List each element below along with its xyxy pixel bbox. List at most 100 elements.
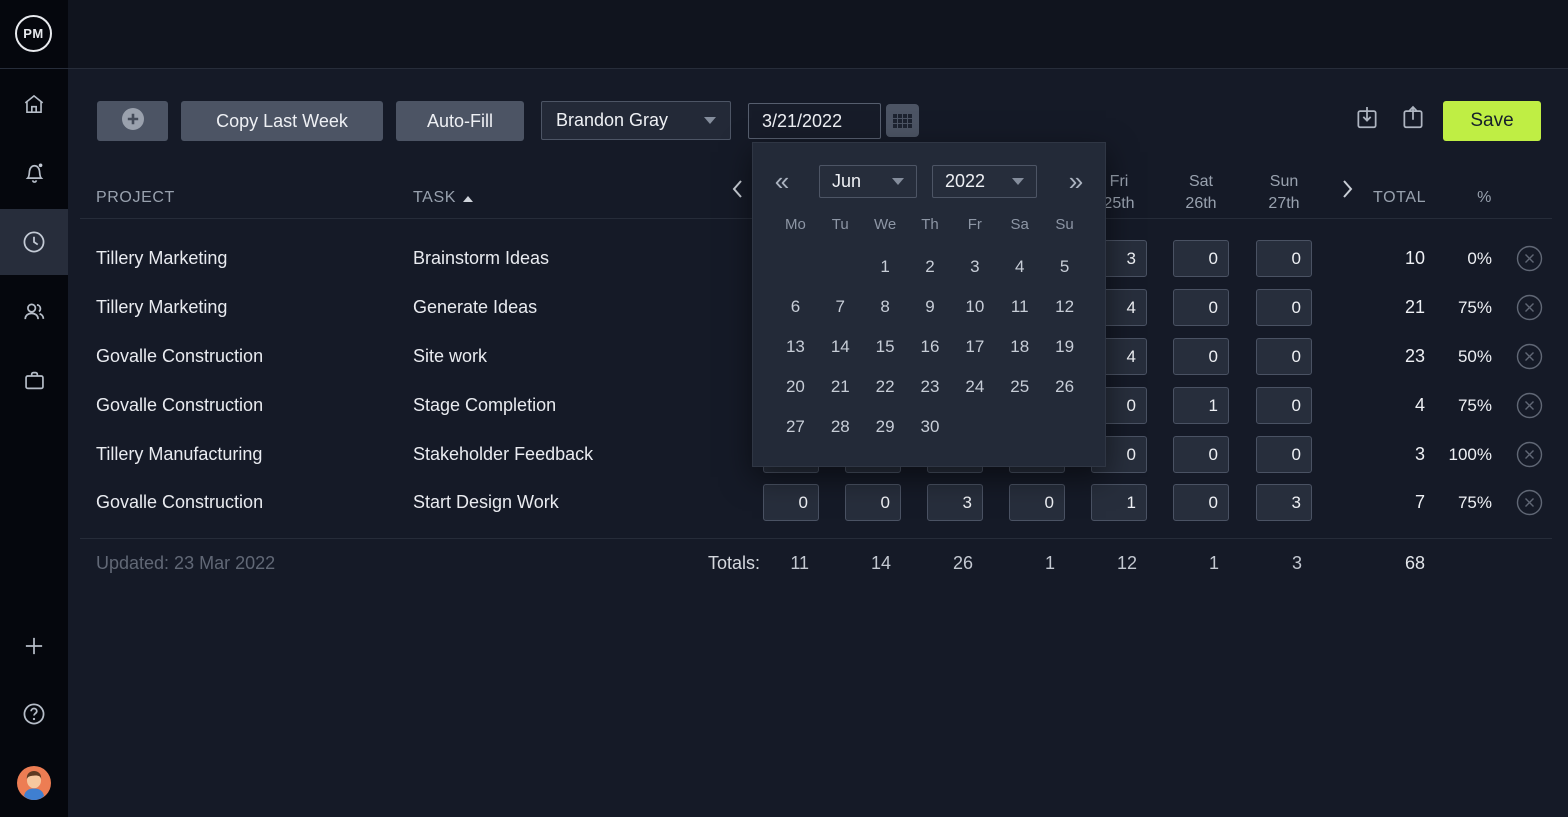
row-percent: 75%	[1402, 283, 1492, 332]
calendar-day[interactable]: 25	[997, 367, 1042, 407]
hours-cell[interactable]: 0	[1173, 484, 1229, 521]
calendar-day[interactable]: 12	[1042, 287, 1087, 327]
calendar-day[interactable]: 14	[818, 327, 863, 367]
day-total: 26	[927, 548, 973, 578]
calendar-day[interactable]: 21	[818, 367, 863, 407]
member-dropdown[interactable]: Brandon Gray	[541, 101, 731, 140]
save-button[interactable]: Save	[1443, 101, 1541, 141]
calendar-day[interactable]: 30	[908, 407, 953, 447]
delete-row-button[interactable]	[1516, 245, 1543, 272]
calendar-day[interactable]: 11	[997, 287, 1042, 327]
scroll-days-right-button[interactable]	[1340, 178, 1354, 204]
hours-cell[interactable]: 1	[1091, 484, 1147, 521]
sort-asc-icon	[463, 196, 473, 202]
scroll-days-left-button[interactable]	[730, 178, 744, 204]
hours-cell[interactable]: 1	[1173, 387, 1229, 424]
calendar-day[interactable]: 27	[773, 407, 818, 447]
calendar-day[interactable]: 23	[908, 367, 953, 407]
hours-cell[interactable]: 0	[763, 484, 819, 521]
calendar-day[interactable]: 19	[1042, 327, 1087, 367]
month-dropdown[interactable]: Jun	[819, 165, 917, 198]
date-input[interactable]: 3/21/2022	[748, 103, 881, 139]
totals-label: Totals:	[600, 548, 760, 578]
day-total: 14	[845, 548, 891, 578]
calendar-day[interactable]: 5	[1042, 247, 1087, 287]
weekday-label: Su	[1042, 211, 1087, 237]
calendar-day[interactable]: 15	[863, 327, 908, 367]
prev-month-button[interactable]: «	[769, 165, 795, 197]
bell-icon	[21, 159, 48, 186]
sidebar-item-home[interactable]	[0, 72, 68, 136]
column-header-percent: %	[1432, 189, 1492, 207]
calendar-day[interactable]: 10	[952, 287, 997, 327]
day-header-sun: Sun27th	[1256, 171, 1312, 215]
calendar-day[interactable]: 16	[908, 327, 953, 367]
delete-row-button[interactable]	[1516, 343, 1543, 370]
double-chevron-right-icon: »	[1069, 168, 1083, 194]
hours-cell[interactable]: 3	[927, 484, 983, 521]
calendar-day[interactable]: 7	[818, 287, 863, 327]
hours-cell[interactable]: 0	[845, 484, 901, 521]
calendar-day[interactable]: 3	[952, 247, 997, 287]
add-row-button[interactable]	[97, 101, 168, 141]
export-button[interactable]	[1398, 103, 1428, 137]
row-percent: 50%	[1402, 332, 1492, 381]
sidebar-item-timesheets[interactable]	[0, 209, 68, 275]
calendar-toggle-button[interactable]	[886, 104, 919, 137]
hours-cell[interactable]: 0	[1173, 436, 1229, 473]
timesheet-app: PM Copy Last Week Auto-Fill Bra	[0, 0, 1568, 817]
project-cell: Tillery Marketing	[96, 234, 227, 283]
sidebar-item-help[interactable]	[0, 682, 68, 746]
calendar-day[interactable]: 26	[1042, 367, 1087, 407]
calendar-day[interactable]: 20	[773, 367, 818, 407]
day-header-sat: Sat26th	[1173, 171, 1229, 215]
calendar-day[interactable]: 6	[773, 287, 818, 327]
calendar-day[interactable]: 13	[773, 327, 818, 367]
calendar-day[interactable]: 29	[863, 407, 908, 447]
chevron-right-icon	[1342, 179, 1353, 204]
task-cell: Generate Ideas	[413, 283, 537, 332]
pm-logo: PM	[15, 15, 52, 52]
calendar-day[interactable]: 4	[997, 247, 1042, 287]
year-dropdown[interactable]: 2022	[932, 165, 1037, 198]
chevron-down-icon	[1012, 178, 1024, 185]
calendar-day[interactable]: 2	[908, 247, 953, 287]
calendar-day[interactable]: 8	[863, 287, 908, 327]
delete-row-button[interactable]	[1516, 441, 1543, 468]
day-total: 11	[763, 548, 809, 578]
hours-cell[interactable]: 0	[1173, 338, 1229, 375]
hours-cell[interactable]: 0	[1173, 289, 1229, 326]
calendar-day	[952, 407, 997, 447]
home-icon	[21, 91, 47, 117]
calendar-day[interactable]: 24	[952, 367, 997, 407]
delete-row-button[interactable]	[1516, 489, 1543, 516]
calendar-day[interactable]: 17	[952, 327, 997, 367]
sidebar-item-alerts[interactable]	[0, 140, 68, 204]
year-dropdown-value: 2022	[945, 171, 985, 192]
auto-fill-button[interactable]: Auto-Fill	[396, 101, 524, 141]
sidebar-item-profile[interactable]	[0, 751, 68, 815]
sidebar-item-add[interactable]	[0, 614, 68, 678]
hours-cell[interactable]: 0	[1173, 240, 1229, 277]
column-header-project[interactable]: PROJECT	[96, 189, 175, 207]
delete-row-button[interactable]	[1516, 392, 1543, 419]
plus-circle-icon	[120, 106, 146, 137]
project-cell: Govalle Construction	[96, 332, 263, 381]
calendar-day[interactable]: 18	[997, 327, 1042, 367]
sidebar-item-team[interactable]	[0, 279, 68, 343]
copy-last-week-button[interactable]: Copy Last Week	[181, 101, 383, 141]
grand-total: 68	[1300, 548, 1425, 578]
calendar-day	[1042, 407, 1087, 447]
calendar-day[interactable]: 28	[818, 407, 863, 447]
next-month-button[interactable]: »	[1063, 165, 1089, 197]
delete-row-button[interactable]	[1516, 294, 1543, 321]
calendar-day[interactable]: 22	[863, 367, 908, 407]
column-header-task[interactable]: TASK	[413, 189, 473, 207]
calendar-day[interactable]: 9	[908, 287, 953, 327]
import-button[interactable]	[1352, 103, 1382, 137]
hours-cell[interactable]: 0	[1009, 484, 1065, 521]
sidebar-item-portfolio[interactable]	[0, 348, 68, 412]
row-percent: 100%	[1402, 430, 1492, 479]
calendar-day[interactable]: 1	[863, 247, 908, 287]
row-percent: 0%	[1402, 234, 1492, 283]
